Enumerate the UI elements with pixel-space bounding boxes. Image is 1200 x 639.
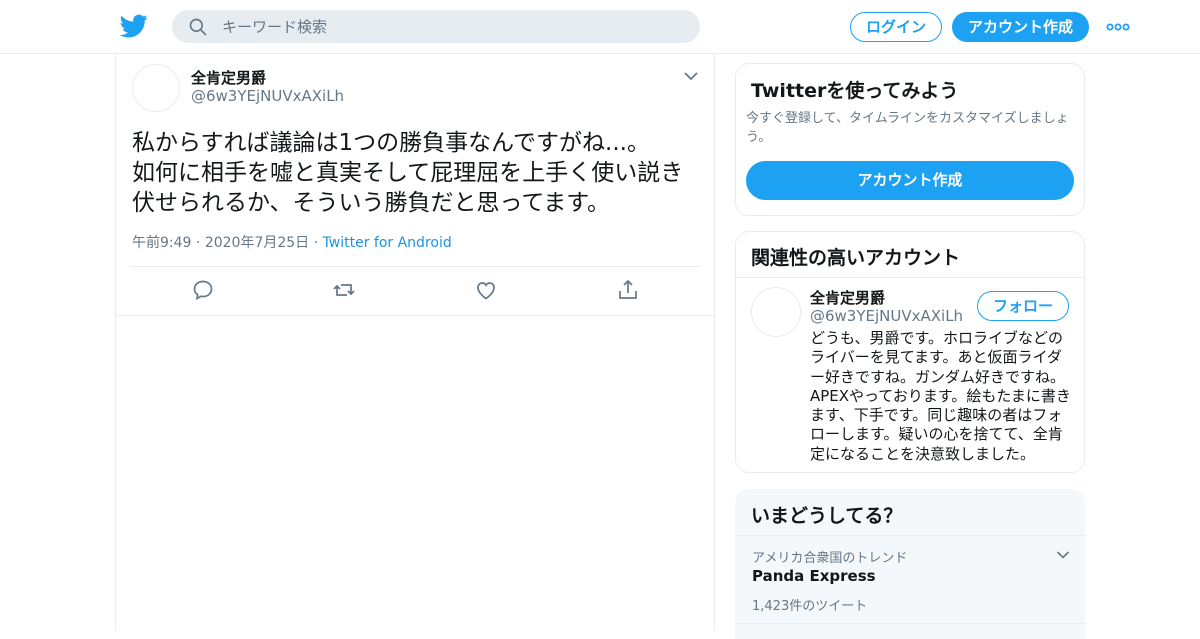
tweet-column: 全肯定男爵 @6w3YEjNUVxAXiLh 私からすれば議論は1つの勝負事なん…	[115, 54, 716, 630]
like-heart-icon[interactable]	[474, 278, 498, 302]
meta-separator: ·	[195, 235, 205, 251]
meta-separator: ·	[313, 235, 323, 251]
divider	[116, 315, 716, 316]
top-navigation-bar: ログイン アカウント作成	[0, 0, 1200, 54]
related-account-avatar[interactable]	[751, 287, 801, 337]
login-button[interactable]: ログイン	[850, 12, 942, 42]
signup-button[interactable]: アカウント作成	[952, 12, 1089, 42]
trends-card: いまどうしてる？ アメリカ合衆国のトレンド Panda Express 1,42…	[735, 489, 1086, 639]
search-input[interactable]	[222, 10, 682, 43]
tweet-text: 私からすれば議論は1つの勝負事なんですがね...。 如何に相手を嘘と真実そして屁…	[132, 130, 684, 216]
follow-button[interactable]: フォロー	[977, 291, 1069, 321]
related-accounts-title: 関連性の高いアカウント	[751, 247, 961, 269]
search-bar	[172, 10, 700, 43]
twitter-bird-logo-icon[interactable]	[120, 12, 148, 40]
trends-title: いまどうしてる？	[751, 505, 903, 527]
trend-location: アメリカ合衆国のトレンド	[752, 551, 908, 566]
divider	[736, 277, 1084, 278]
more-options-icon[interactable]	[1106, 18, 1130, 36]
trend-name[interactable]: Panda Express	[752, 567, 876, 585]
chevron-down-icon[interactable]	[683, 70, 699, 82]
tweet-source-link[interactable]: Twitter for Android	[323, 235, 452, 251]
related-account-name[interactable]: 全肯定男爵	[810, 287, 885, 308]
divider	[736, 623, 1086, 624]
signup-card-title: Twitterを使ってみよう	[751, 80, 959, 102]
related-accounts-card: 関連性の高いアカウント 全肯定男爵 @6w3YEjNUVxAXiLh フォロー …	[735, 231, 1085, 473]
author-display-name[interactable]: 全肯定男爵	[191, 67, 266, 88]
search-icon	[189, 18, 207, 36]
reply-icon[interactable]	[191, 278, 215, 302]
divider	[736, 535, 1086, 536]
author-handle[interactable]: @6w3YEjNUVxAXiLh	[191, 87, 344, 105]
divider	[130, 266, 700, 267]
related-account-handle[interactable]: @6w3YEjNUVxAXiLh	[810, 307, 963, 325]
signup-card: Twitterを使ってみよう 今すぐ登録して、タイムラインをカスタマイズしましょ…	[735, 63, 1085, 216]
signup-card-button[interactable]: アカウント作成	[746, 161, 1074, 200]
chevron-down-icon[interactable]	[1056, 550, 1070, 560]
signup-card-subtitle: 今すぐ登録して、タイムラインをカスタマイズしましょう。	[746, 111, 1069, 145]
tweet-date[interactable]: 2020年7月25日	[205, 235, 309, 251]
tweet-metadata: 午前9:49 · 2020年7月25日 · Twitter for Androi…	[132, 232, 452, 252]
related-account-bio: どうも、男爵です。ホロライブなどのライバーを見てます。あと仮面ライダー好きですね…	[810, 329, 1071, 463]
tweet-time[interactable]: 午前9:49	[132, 235, 191, 251]
author-avatar[interactable]	[132, 64, 180, 112]
retweet-icon[interactable]	[332, 278, 356, 302]
trend-tweet-count: 1,423件のツイート	[752, 599, 868, 614]
share-icon[interactable]	[616, 278, 640, 302]
tweet-actions	[116, 276, 716, 306]
